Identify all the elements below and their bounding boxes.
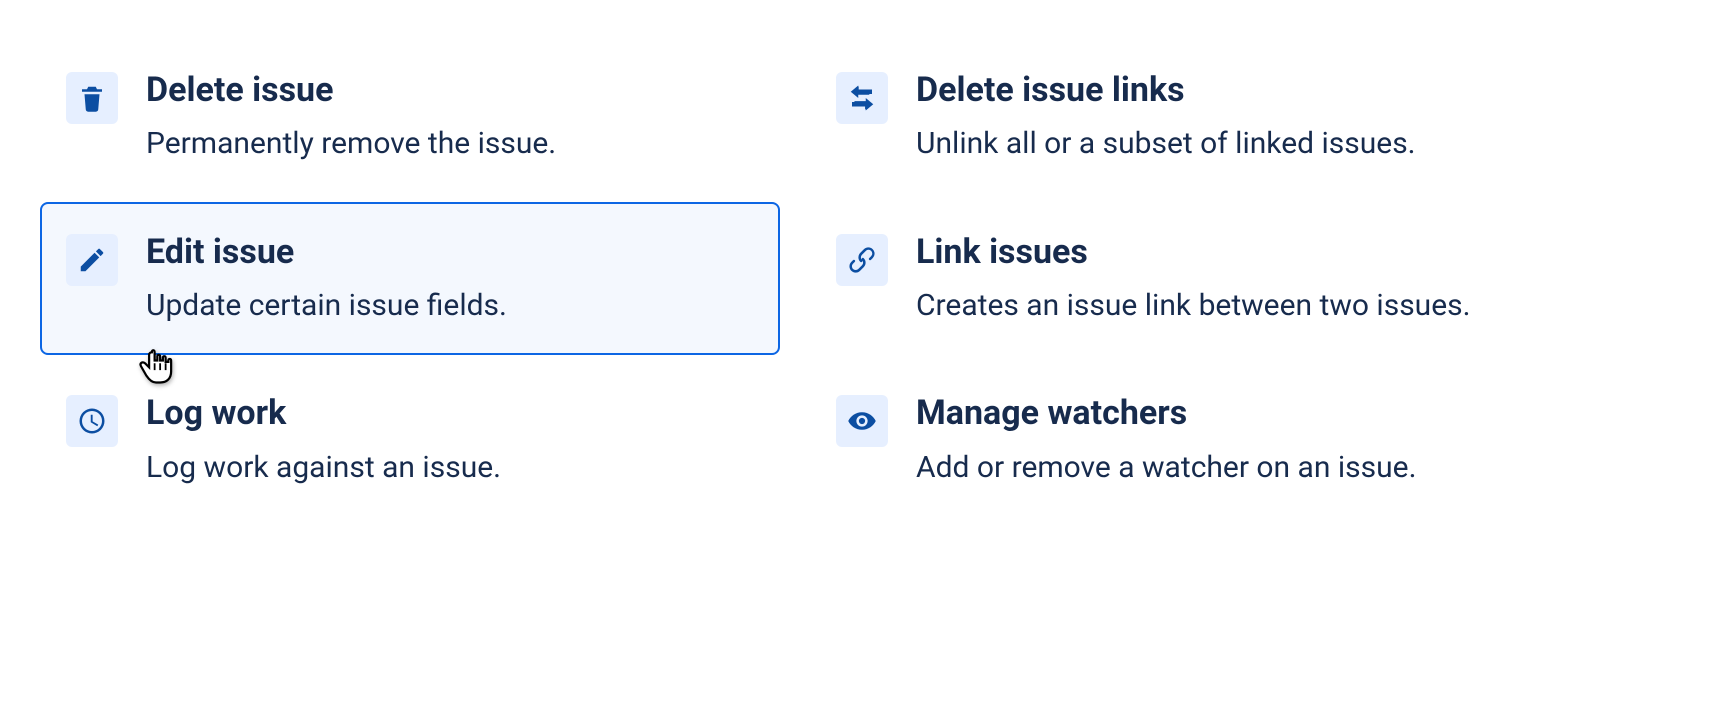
card-desc: Add or remove a watcher on an issue. bbox=[916, 446, 1524, 490]
card-desc: Permanently remove the issue. bbox=[146, 122, 754, 166]
card-title: Manage watchers bbox=[916, 391, 1524, 435]
eye-icon bbox=[836, 395, 888, 447]
pencil-icon bbox=[66, 234, 118, 286]
card-text: Delete issue Permanently remove the issu… bbox=[146, 68, 754, 166]
card-title: Delete issue links bbox=[916, 68, 1524, 112]
action-card-log-work[interactable]: Log work Log work against an issue. bbox=[40, 363, 780, 517]
card-title: Edit issue bbox=[146, 230, 754, 274]
card-text: Log work Log work against an issue. bbox=[146, 391, 754, 489]
card-text: Edit issue Update certain issue fields. bbox=[146, 230, 754, 328]
card-text: Link issues Creates an issue link betwee… bbox=[916, 230, 1524, 328]
action-card-link-issues[interactable]: Link issues Creates an issue link betwee… bbox=[810, 202, 1550, 356]
trash-icon bbox=[66, 72, 118, 124]
card-title: Log work bbox=[146, 391, 754, 435]
link-icon bbox=[836, 234, 888, 286]
card-desc: Creates an issue link between two issues… bbox=[916, 284, 1524, 328]
action-card-delete-issue[interactable]: Delete issue Permanently remove the issu… bbox=[40, 40, 780, 194]
card-desc: Update certain issue fields. bbox=[146, 284, 754, 328]
clock-icon bbox=[66, 395, 118, 447]
action-card-edit-issue[interactable]: Edit issue Update certain issue fields. bbox=[40, 202, 780, 356]
card-title: Link issues bbox=[916, 230, 1524, 274]
card-title: Delete issue bbox=[146, 68, 754, 112]
action-card-manage-watchers[interactable]: Manage watchers Add or remove a watcher … bbox=[810, 363, 1550, 517]
action-grid: Delete issue Permanently remove the issu… bbox=[40, 40, 1670, 525]
action-card-delete-issue-links[interactable]: Delete issue links Unlink all or a subse… bbox=[810, 40, 1550, 194]
swap-icon bbox=[836, 72, 888, 124]
card-text: Manage watchers Add or remove a watcher … bbox=[916, 391, 1524, 489]
card-text: Delete issue links Unlink all or a subse… bbox=[916, 68, 1524, 166]
card-desc: Log work against an issue. bbox=[146, 446, 754, 490]
card-desc: Unlink all or a subset of linked issues. bbox=[916, 122, 1524, 166]
